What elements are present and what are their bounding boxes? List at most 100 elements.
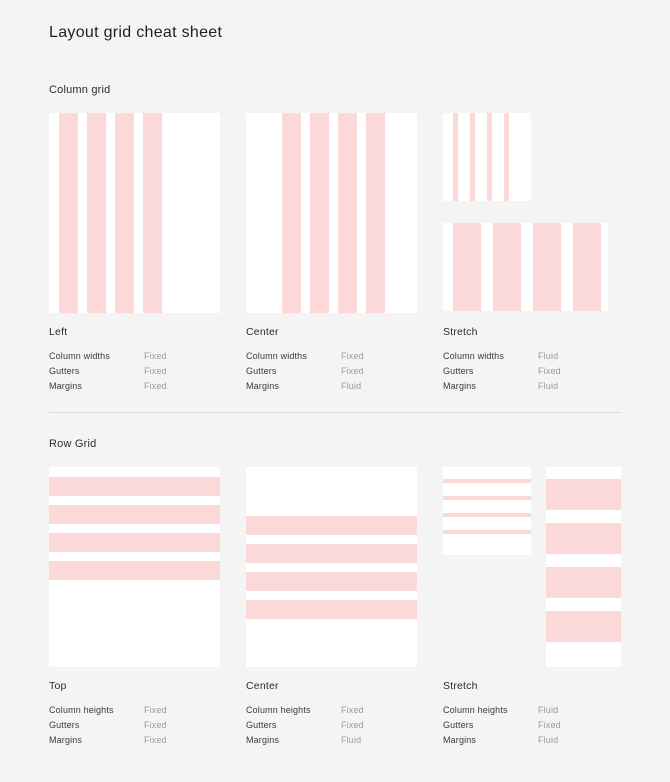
spec-value: Fluid bbox=[538, 705, 559, 715]
column-stretch-narrow-bars bbox=[453, 113, 509, 201]
spec-key: Column heights bbox=[49, 705, 114, 715]
row-stretch-tall-bars bbox=[546, 479, 621, 642]
spec-table: Column heights Fixed Gutters Fixed Margi… bbox=[49, 703, 220, 748]
spec-key: Gutters bbox=[443, 366, 474, 376]
diagram-column-stretch-narrow bbox=[443, 113, 531, 201]
spec-value: Fixed bbox=[144, 735, 167, 745]
section-divider bbox=[49, 412, 621, 413]
diagram-column-stretch-group bbox=[443, 113, 614, 313]
grid-column-bar bbox=[310, 113, 329, 313]
grid-column-bar bbox=[453, 223, 481, 311]
spec-key: Margins bbox=[49, 381, 83, 391]
spec-value: Fluid bbox=[341, 735, 362, 745]
spec-row: Margins Fluid bbox=[246, 733, 417, 748]
example-title: Center bbox=[246, 680, 279, 692]
grid-column-bar bbox=[59, 113, 78, 313]
grid-row-bar bbox=[246, 544, 417, 563]
spec-key: Gutters bbox=[49, 366, 80, 376]
spec-row: Margins Fixed bbox=[49, 733, 220, 748]
spec-value: Fixed bbox=[144, 366, 167, 376]
grid-column-bar bbox=[453, 113, 458, 201]
spec-key: Column heights bbox=[443, 705, 508, 715]
grid-row-bar bbox=[443, 479, 531, 483]
grid-column-bar bbox=[533, 223, 561, 311]
spec-row: Column heights Fluid bbox=[443, 703, 614, 718]
spec-value: Fluid bbox=[538, 351, 559, 361]
grid-column-bar bbox=[470, 113, 475, 201]
grid-row-bar bbox=[443, 513, 531, 517]
spec-row: Column widths Fixed bbox=[49, 349, 220, 364]
example-column-left: Left Column widths Fixed Gutters Fixed M… bbox=[49, 113, 220, 394]
spec-table: Column heights Fixed Gutters Fixed Margi… bbox=[246, 703, 417, 748]
grid-row-bar bbox=[546, 567, 621, 598]
example-title: Stretch bbox=[443, 326, 478, 338]
diagram-row-stretch-short bbox=[443, 467, 531, 555]
column-center-bars bbox=[282, 113, 385, 313]
section-heading-column-grid: Column grid bbox=[49, 84, 111, 96]
spec-value: Fixed bbox=[144, 720, 167, 730]
diagram-column-center bbox=[246, 113, 417, 313]
example-title: Stretch bbox=[443, 680, 478, 692]
row-grid-examples: Top Column heights Fixed Gutters Fixed M… bbox=[49, 467, 621, 748]
spec-value: Fixed bbox=[144, 381, 167, 391]
example-title: Left bbox=[49, 326, 68, 338]
grid-row-bar bbox=[246, 516, 417, 535]
grid-row-bar bbox=[546, 479, 621, 510]
spec-row: Column heights Fixed bbox=[49, 703, 220, 718]
row-top-bars bbox=[49, 477, 220, 580]
spec-key: Gutters bbox=[246, 720, 277, 730]
spec-table: Column widths Fluid Gutters Fixed Margin… bbox=[443, 349, 614, 394]
spec-key: Margins bbox=[246, 381, 280, 391]
grid-row-bar bbox=[246, 572, 417, 591]
grid-column-bar bbox=[338, 113, 357, 313]
column-stretch-wide-bars bbox=[453, 223, 601, 311]
spec-table: Column heights Fluid Gutters Fixed Margi… bbox=[443, 703, 614, 748]
spec-key: Column widths bbox=[246, 351, 307, 361]
grid-column-bar bbox=[282, 113, 301, 313]
spec-row: Margins Fluid bbox=[443, 733, 614, 748]
page-title: Layout grid cheat sheet bbox=[49, 24, 223, 41]
spec-row: Gutters Fixed bbox=[246, 364, 417, 379]
diagram-row-stretch-tall bbox=[546, 467, 621, 667]
spec-key: Margins bbox=[246, 735, 280, 745]
grid-row-bar bbox=[49, 505, 220, 524]
spec-key: Column widths bbox=[443, 351, 504, 361]
diagram-row-stretch-group bbox=[443, 467, 621, 667]
spec-row: Margins Fluid bbox=[246, 379, 417, 394]
grid-row-bar bbox=[546, 523, 621, 554]
spec-table: Column widths Fixed Gutters Fixed Margin… bbox=[246, 349, 417, 394]
grid-column-bar bbox=[366, 113, 385, 313]
spec-value: Fluid bbox=[538, 735, 559, 745]
section-heading-row-grid: Row Grid bbox=[49, 438, 97, 450]
grid-column-bar bbox=[573, 223, 601, 311]
spec-key: Gutters bbox=[443, 720, 474, 730]
spec-row: Gutters Fixed bbox=[49, 364, 220, 379]
row-stretch-short-bars bbox=[443, 479, 531, 534]
column-left-bars bbox=[59, 113, 162, 313]
spec-table: Column widths Fixed Gutters Fixed Margin… bbox=[49, 349, 220, 394]
grid-column-bar bbox=[487, 113, 492, 201]
grid-row-bar bbox=[49, 533, 220, 552]
example-title: Center bbox=[246, 326, 279, 338]
grid-column-bar bbox=[115, 113, 134, 313]
spec-row: Margins Fixed bbox=[49, 379, 220, 394]
column-grid-examples: Left Column widths Fixed Gutters Fixed M… bbox=[49, 113, 621, 394]
spec-value: Fixed bbox=[538, 366, 561, 376]
spec-row: Column heights Fixed bbox=[246, 703, 417, 718]
spec-key: Gutters bbox=[246, 366, 277, 376]
example-title: Top bbox=[49, 680, 67, 692]
grid-column-bar bbox=[143, 113, 162, 313]
spec-row: Column widths Fluid bbox=[443, 349, 614, 364]
spec-row: Column widths Fixed bbox=[246, 349, 417, 364]
spec-value: Fixed bbox=[341, 351, 364, 361]
spec-key: Margins bbox=[443, 381, 477, 391]
spec-key: Margins bbox=[443, 735, 477, 745]
example-row-center: Center Column heights Fixed Gutters Fixe… bbox=[246, 467, 417, 748]
diagram-row-top bbox=[49, 467, 220, 667]
spec-value: Fixed bbox=[144, 705, 167, 715]
section-column-grid: Column grid Left Column widths Fixed Gut… bbox=[49, 84, 621, 394]
diagram-row-center bbox=[246, 467, 417, 667]
spec-value: Fluid bbox=[538, 381, 559, 391]
spec-key: Gutters bbox=[49, 720, 80, 730]
diagram-column-left bbox=[49, 113, 220, 313]
